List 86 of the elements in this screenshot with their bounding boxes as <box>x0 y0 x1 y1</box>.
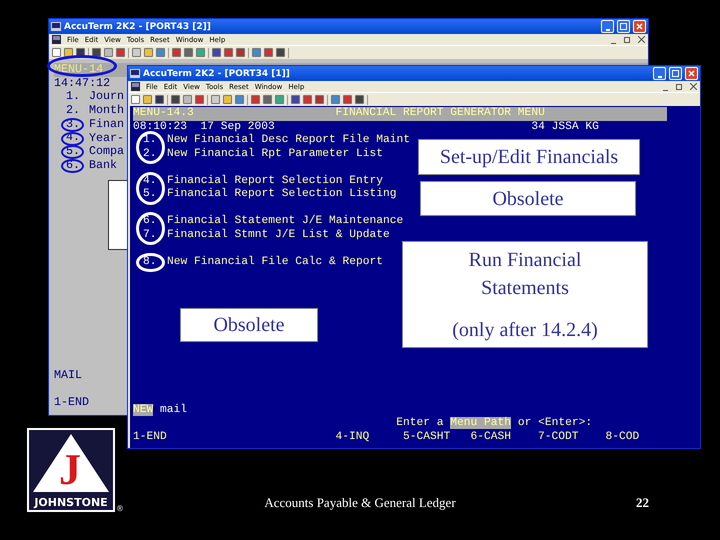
menu-option[interactable]: Month <box>89 103 124 118</box>
menu-code: MENU-14 <box>54 62 104 76</box>
menu-number: 7. <box>143 228 157 240</box>
timestamp: 08:10:23 17 Sep 2003 <box>133 120 276 134</box>
registered-mark: ® <box>117 503 123 515</box>
logo-text: JOHNSTONE <box>32 496 109 509</box>
callout-background <box>108 180 128 250</box>
minimize-icon <box>610 42 616 44</box>
menu-number: 8. <box>143 256 157 268</box>
menu-code: MENU-14.3 <box>133 107 195 120</box>
menu-option[interactable]: Financial Report Selection Listing <box>167 188 397 200</box>
maximize-button[interactable] <box>617 20 630 33</box>
menu-option[interactable]: New Financial Rpt Parameter List <box>167 148 384 160</box>
minimize-icon <box>658 76 662 78</box>
highlight-ring <box>61 118 84 132</box>
prompt-text: or <Enter>: <box>516 417 592 429</box>
callout-text: Set-up/Edit Financials <box>440 145 618 170</box>
close-icon <box>638 36 644 43</box>
highlight-ring <box>61 158 84 173</box>
restore-button[interactable] <box>675 82 683 90</box>
callout-text: Obsolete <box>492 186 564 212</box>
window-title: AccuTerm 2K2 - [PORT34 [1]] <box>143 68 291 78</box>
highlighted-text: Menu Path <box>450 417 512 429</box>
callout-text: Run Financial <box>468 248 582 272</box>
menu-number: 6. <box>143 215 157 227</box>
minimize-button[interactable] <box>653 67 666 80</box>
highlight-ring <box>136 131 165 164</box>
menu-number: 4. <box>143 174 157 186</box>
close-icon <box>688 70 695 77</box>
menu-number: 2. <box>143 148 157 160</box>
callout-text: (only after 14.2.4) <box>452 318 598 342</box>
function-key[interactable]: 7-CODT <box>538 430 606 444</box>
menu-option[interactable]: Financial Statement J/E Maintenance <box>167 215 404 227</box>
app-icon <box>51 22 61 31</box>
minimize-icon <box>606 28 610 30</box>
menu-number: 5. <box>143 188 157 200</box>
highlight-ring <box>136 172 165 204</box>
menu-number: 1. <box>143 134 157 146</box>
function-key[interactable]: 1-END <box>133 430 336 444</box>
menu-option[interactable]: Finan <box>89 116 124 131</box>
menu-option[interactable]: Compa <box>89 144 124 158</box>
close-icon <box>690 83 696 90</box>
menu-option[interactable]: Year- <box>89 130 124 145</box>
user-info: 34 JSSA KG <box>531 120 599 132</box>
restore-icon <box>676 84 682 90</box>
menu-option[interactable]: Bank <box>89 158 118 172</box>
function-key[interactable]: 1-END <box>54 396 124 410</box>
function-key[interactable]: 6-CASH <box>470 430 538 444</box>
page-number: 22 <box>636 495 649 511</box>
document-icon <box>131 82 140 91</box>
menu-option[interactable]: Financial Stmnt J/E List & Update <box>167 228 390 240</box>
menu-heading: FINANCIAL REPORT GENERATOR MENU <box>336 107 545 119</box>
menu-option[interactable]: Journ <box>89 89 124 104</box>
restore-button[interactable] <box>623 36 631 44</box>
close-button[interactable] <box>637 36 645 44</box>
maximize-icon <box>620 23 627 30</box>
function-key[interactable]: 5-CASHT <box>403 430 471 444</box>
menu-number: 1. <box>66 91 80 102</box>
callout-text: Obsolete <box>213 313 285 338</box>
time-text: 14:47:12 <box>54 76 110 90</box>
highlight-ring <box>136 252 165 272</box>
function-key[interactable]: 4-INQ <box>336 430 404 444</box>
logo-letter: J <box>59 448 81 492</box>
window-title: AccuTerm 2K2 - [PORT43 [2]] <box>64 22 212 32</box>
menu-number: 2. <box>66 105 80 116</box>
highlight-ring <box>61 132 84 146</box>
document-icon <box>52 35 61 44</box>
menu-option[interactable]: New Financial File Calc & Report <box>167 256 384 268</box>
callout-text: Statements <box>481 276 569 300</box>
prompt-text: Enter a <box>396 417 445 429</box>
restore-icon <box>624 36 630 42</box>
menu-option[interactable]: Financial Report Selection Entry <box>167 174 384 186</box>
highlight-ring <box>61 145 84 160</box>
close-button[interactable] <box>689 82 697 90</box>
maximize-icon <box>672 70 679 77</box>
footer-title: Accounts Payable & General Ledger <box>263 495 457 511</box>
mail-label: MAIL <box>54 368 82 382</box>
close-icon <box>636 23 643 30</box>
minimize-button[interactable] <box>601 20 614 33</box>
highlight-ring <box>136 212 165 245</box>
mail-text: mail <box>160 404 188 416</box>
app-icon <box>130 69 140 78</box>
menu-option[interactable]: New Financial Desc Report File Maint <box>167 134 410 146</box>
maximize-button[interactable] <box>669 67 682 80</box>
highlight-ring <box>47 55 117 77</box>
function-key[interactable]: 8-COD <box>606 430 674 444</box>
